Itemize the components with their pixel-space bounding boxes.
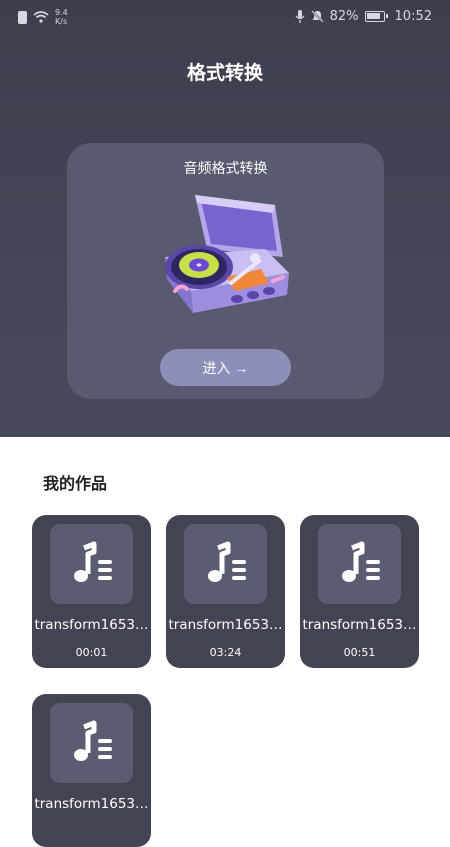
music-note-icon: [207, 541, 246, 582]
work-item[interactable]: transform1653… 03:24: [166, 515, 285, 668]
work-name: transform1653…: [302, 617, 417, 633]
work-item[interactable]: transform1653…: [32, 694, 151, 847]
work-name: transform1653…: [34, 617, 149, 633]
work-duration: 00:01: [75, 646, 108, 659]
network-speed: 9.4 K/s: [55, 8, 68, 26]
work-item[interactable]: transform1653… 00:51: [300, 515, 419, 668]
battery-percent: 82%: [329, 9, 359, 24]
work-name: transform1653…: [34, 796, 149, 812]
enter-label: 进入 →: [202, 359, 249, 376]
battery-icon: [364, 11, 388, 22]
thumbnail: [50, 703, 133, 783]
work-name: transform1653…: [168, 617, 283, 633]
thumbnail: [318, 524, 401, 604]
thumbnail: [184, 524, 267, 604]
music-note-icon: [73, 720, 112, 761]
work-item[interactable]: transform1653… 00:01: [32, 515, 151, 668]
enter-button[interactable]: 进入 →: [160, 349, 291, 386]
record-player-illustration: [165, 195, 289, 313]
audio-convert-card[interactable]: 音频格式转换 进入 →: [67, 143, 384, 399]
mute-bell-icon: [310, 10, 324, 23]
music-note-icon: [341, 541, 380, 582]
status-bar: 9.4 K/s 82% 10:52: [0, 0, 450, 34]
work-duration: 03:24: [209, 646, 242, 659]
music-note-icon: [73, 541, 112, 582]
work-duration: 00:51: [343, 646, 376, 659]
my-works-title: 我的作品: [43, 474, 108, 493]
clock: 10:52: [394, 9, 432, 24]
sim-icon: [18, 10, 27, 24]
page-title: 格式转换: [186, 62, 263, 84]
wifi-icon: [33, 11, 49, 23]
microphone-icon: [295, 10, 305, 23]
thumbnail: [50, 524, 133, 604]
card-title: 音频格式转换: [183, 161, 268, 177]
